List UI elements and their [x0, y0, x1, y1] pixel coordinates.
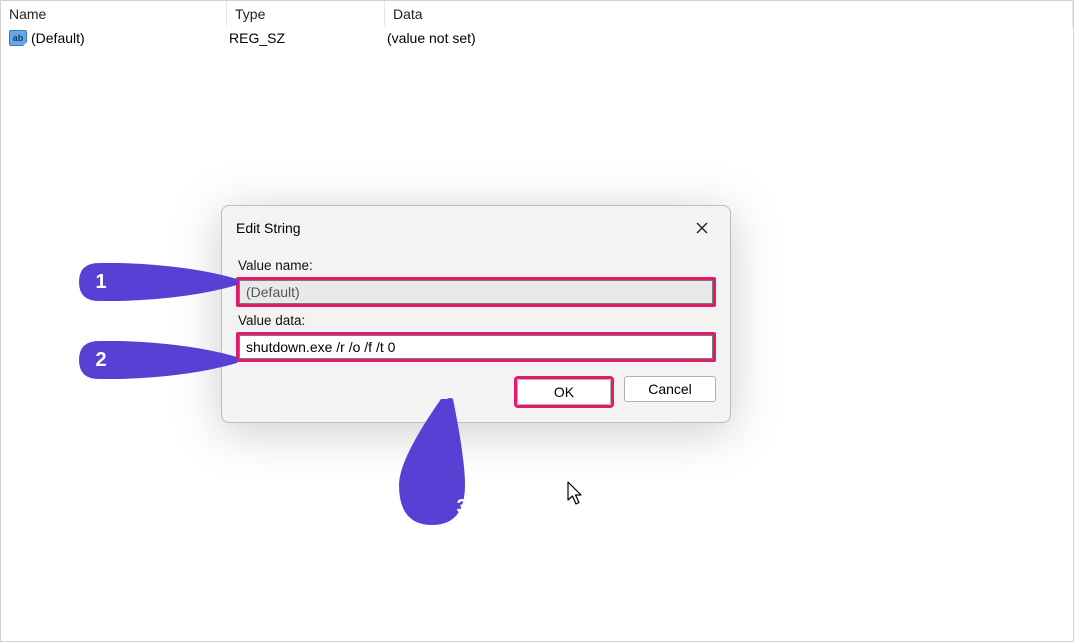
annotation-number: 1 — [83, 264, 119, 300]
annotation-callout-2: 2 — [79, 337, 239, 383]
dialog-title: Edit String — [236, 220, 301, 236]
annotation-highlight-value-data — [236, 332, 716, 362]
close-icon — [696, 222, 708, 234]
cursor-icon — [567, 481, 585, 507]
annotation-callout-1: 1 — [79, 259, 239, 305]
column-header-row: Name Type Data — [1, 1, 1073, 27]
value-data-label: Value data: — [238, 313, 716, 328]
row-type: REG_SZ — [227, 30, 385, 46]
annotation-number: 2 — [83, 342, 119, 378]
reg-string-icon — [9, 30, 27, 46]
table-row[interactable]: (Default) REG_SZ (value not set) — [1, 27, 1073, 49]
column-header-name[interactable]: Name — [1, 1, 227, 26]
row-data: (value not set) — [385, 30, 1073, 46]
column-header-data[interactable]: Data — [385, 1, 1073, 26]
row-name: (Default) — [31, 30, 85, 46]
value-data-input[interactable] — [239, 335, 713, 359]
value-name-label: Value name: — [238, 258, 716, 273]
annotation-highlight-value-name — [236, 277, 716, 307]
edit-string-dialog: Edit String Value name: Value data: OK C… — [221, 205, 731, 423]
close-button[interactable] — [686, 214, 718, 242]
cancel-button[interactable]: Cancel — [624, 376, 716, 402]
column-header-type[interactable]: Type — [227, 1, 385, 26]
annotation-callout-3: 3 — [387, 397, 537, 527]
annotation-number: 3 — [444, 489, 480, 525]
value-name-input[interactable] — [239, 280, 713, 304]
